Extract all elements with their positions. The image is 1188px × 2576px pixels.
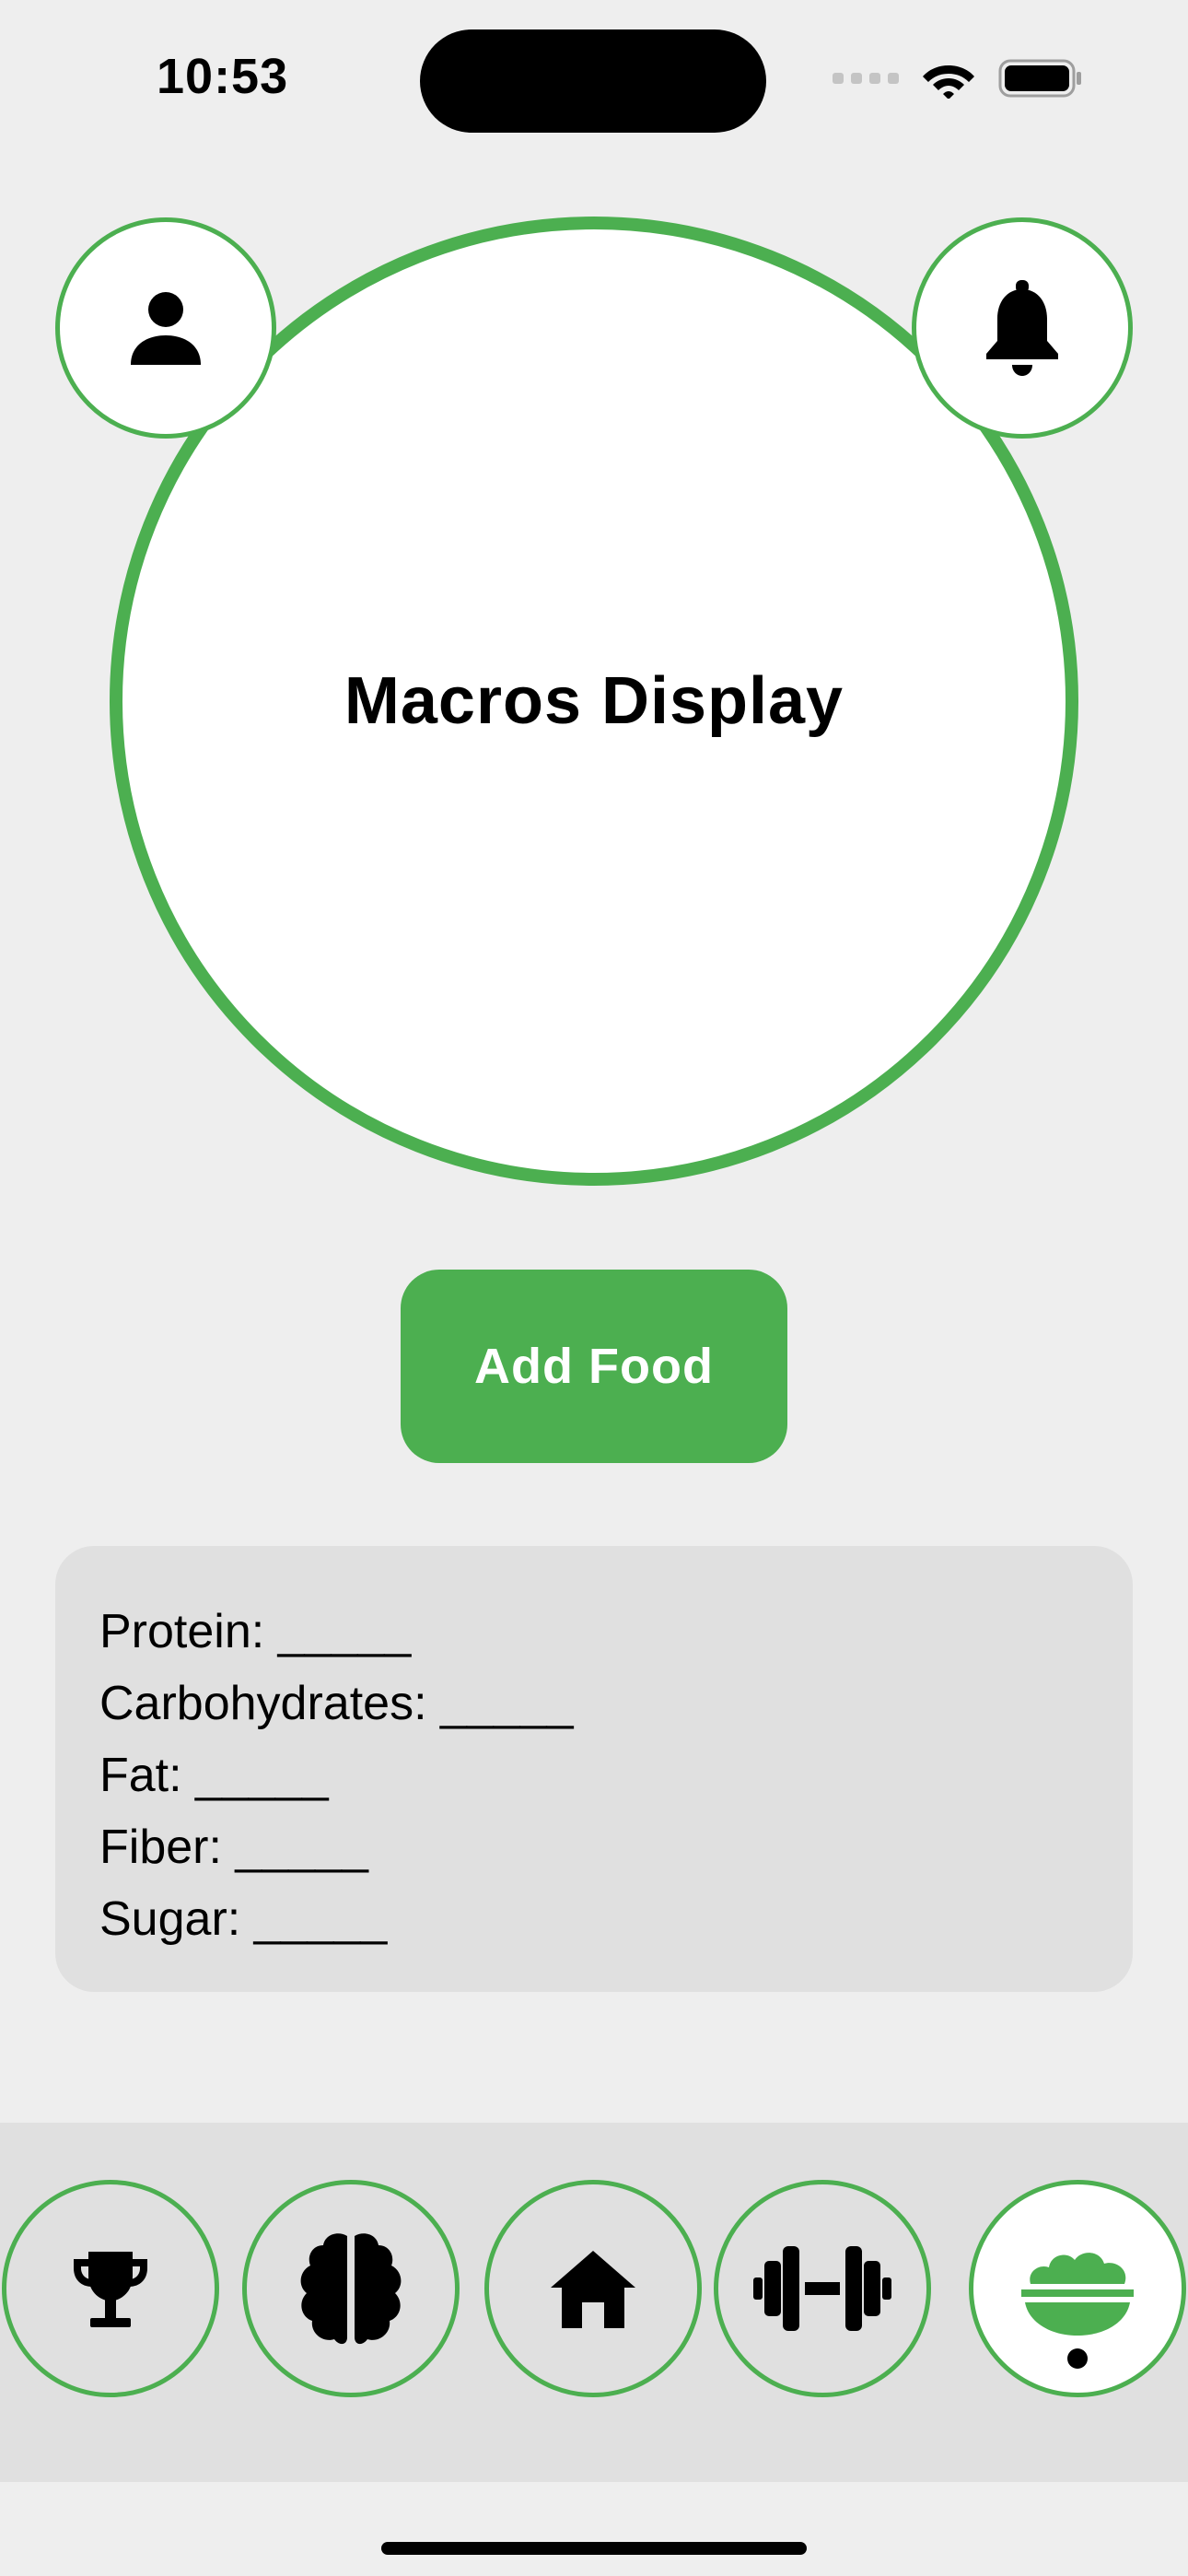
nav-trophy-button[interactable]: [2, 2180, 219, 2397]
carbohydrates-label: Carbohydrates: _____: [99, 1677, 574, 1730]
macros-list-card: Protein: _____ Carbohydrates: _____ Fat:…: [55, 1546, 1133, 1992]
protein-label: Protein: _____: [99, 1605, 412, 1658]
notification-button[interactable]: [912, 217, 1133, 439]
battery-icon: [998, 59, 1081, 98]
bell-icon: [986, 280, 1058, 376]
signal-icon: [833, 73, 899, 84]
brain-icon: [300, 2233, 402, 2345]
status-time: 10:53: [157, 49, 289, 104]
fat-label: Fat: _____: [99, 1749, 329, 1802]
macros-display-title: Macros Display: [344, 664, 844, 738]
person-icon: [131, 292, 201, 365]
nav-brain-button[interactable]: [242, 2180, 460, 2397]
active-indicator-dot: [1067, 2348, 1088, 2369]
dynamic-island: [420, 29, 766, 133]
fiber-label: Fiber: _____: [99, 1821, 368, 1874]
home-indicator: [381, 2542, 807, 2555]
trophy-icon: [74, 2252, 147, 2327]
nav-food-button[interactable]: [969, 2180, 1186, 2397]
profile-button[interactable]: [55, 217, 276, 439]
dumbbell-icon: [753, 2246, 891, 2331]
wifi-icon: [923, 65, 974, 99]
nav-home-button[interactable]: [484, 2180, 702, 2397]
nav-dumbbell-button[interactable]: [714, 2180, 931, 2397]
status-icons: [833, 55, 1083, 101]
home-icon: [551, 2251, 635, 2328]
bottom-nav: [0, 2123, 1188, 2482]
sugar-label: Sugar: _____: [99, 1892, 388, 1946]
add-food-button[interactable]: Add Food: [401, 1270, 787, 1463]
macros-screen: 10:53 Macros Display Add Food Protein: _…: [0, 0, 1188, 2576]
food-bowl-icon: [1021, 2253, 1134, 2336]
